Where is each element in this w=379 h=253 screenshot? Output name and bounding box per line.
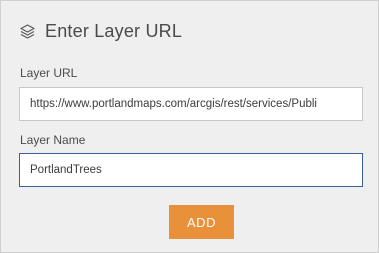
layer-url-label: Layer URL <box>20 66 78 80</box>
panel-title: Enter Layer URL <box>45 20 183 41</box>
layer-url-input[interactable] <box>19 87 363 121</box>
layers-icon <box>19 23 36 40</box>
layer-name-input[interactable] <box>19 153 363 187</box>
layer-name-label: Layer Name <box>20 133 86 147</box>
panel-header: Enter Layer URL <box>19 18 182 44</box>
add-button[interactable]: ADD <box>169 205 234 239</box>
add-layer-panel: Enter Layer URL Layer URL Layer Name ADD <box>0 0 379 253</box>
